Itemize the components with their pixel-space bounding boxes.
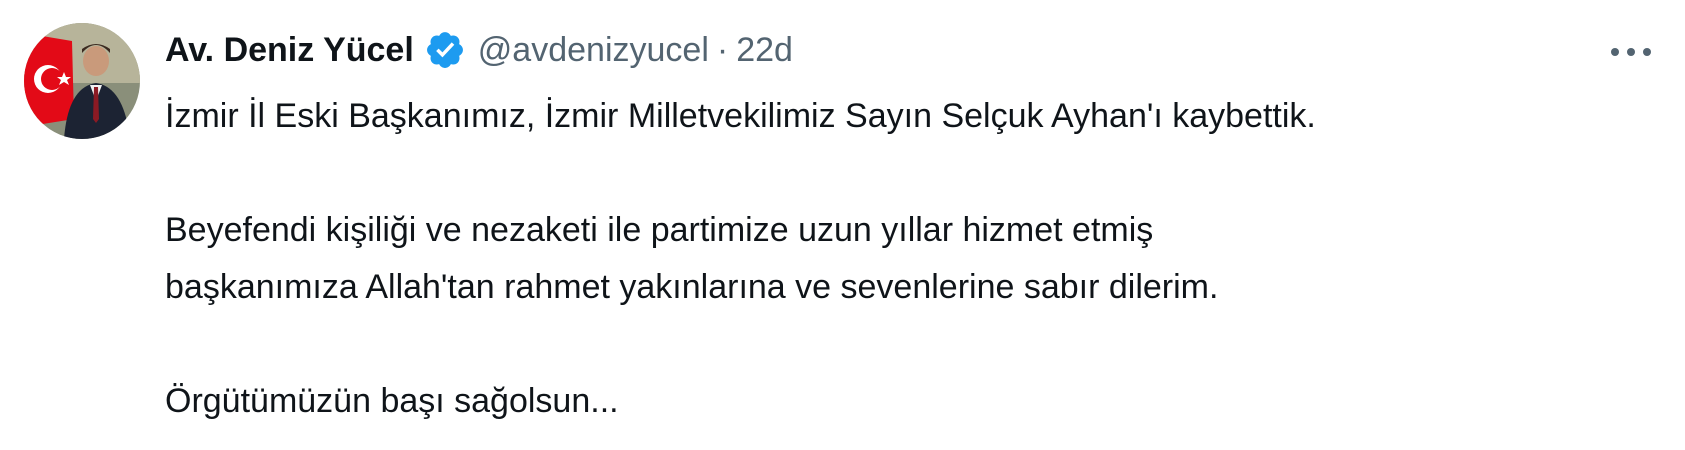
- author-handle[interactable]: @avdenizyucel: [478, 31, 709, 70]
- more-horizontal-icon: [1609, 46, 1653, 58]
- tweet-text-line: Beyefendi kişiliği ve nezaketi ile parti…: [165, 211, 1154, 249]
- tweet-card[interactable]: Av. Deniz Yücel @avdenizyucel · 22d İzmi…: [0, 0, 1685, 450]
- tweet-text: İzmir İl Eski Başkanımız, İzmir Milletve…: [165, 88, 1655, 430]
- verified-badge-icon: [424, 29, 466, 71]
- tweet-text-line: başkanımıza Allah'tan rahmet yakınlarına…: [165, 268, 1219, 306]
- tweet-timestamp[interactable]: 22d: [736, 31, 793, 70]
- avatar[interactable]: [24, 23, 140, 139]
- tweet-header: Av. Deniz Yücel @avdenizyucel · 22d: [165, 26, 793, 74]
- tweet-text-line: Örgütümüzün başı sağolsun...: [165, 382, 619, 420]
- tweet-text-line: İzmir İl Eski Başkanımız, İzmir Milletve…: [165, 97, 1316, 135]
- author-name[interactable]: Av. Deniz Yücel: [165, 31, 414, 70]
- header-separator: ·: [716, 30, 729, 69]
- more-options-button[interactable]: [1607, 32, 1655, 72]
